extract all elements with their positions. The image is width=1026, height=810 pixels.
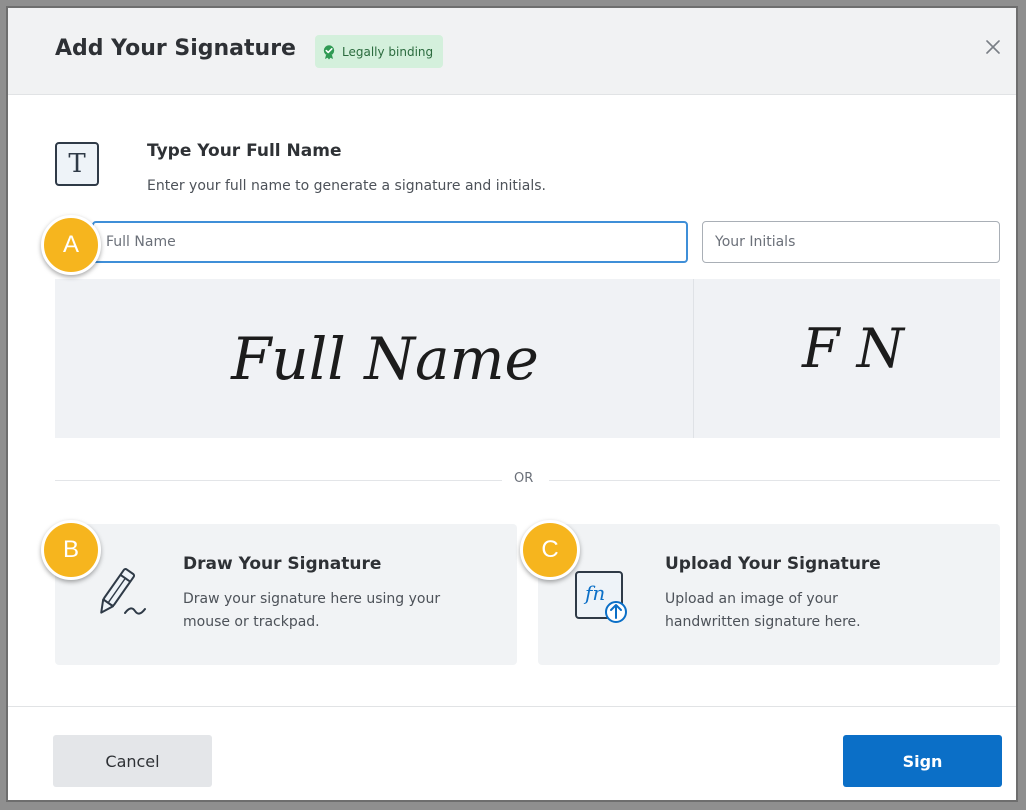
sign-button[interactable]: Sign	[843, 735, 1002, 787]
type-section-title: Type Your Full Name	[147, 141, 342, 161]
legally-binding-badge: Legally binding	[315, 35, 444, 68]
badge-label: Legally binding	[342, 44, 434, 59]
draw-card-title: Draw Your Signature	[183, 554, 382, 574]
pen-icon	[95, 563, 151, 631]
full-name-input[interactable]	[92, 221, 688, 263]
dialog-title: Add Your Signature	[55, 36, 296, 61]
or-divider-text: OR	[514, 471, 534, 486]
upload-card-description: Upload an image of your handwritten sign…	[665, 591, 861, 630]
upload-signature-icon: fn	[572, 568, 632, 630]
shield-check-icon	[321, 44, 337, 60]
dialog-header: Add Your Signature Legally binding	[8, 8, 1016, 95]
svg-text:Full Name: Full Name	[230, 325, 539, 393]
or-divider-right	[549, 480, 1000, 481]
signature-preview: Full Name F N	[55, 279, 1000, 438]
initials-input[interactable]	[702, 221, 1000, 263]
upload-card-title: Upload Your Signature	[665, 554, 881, 574]
draw-card-description: Draw your signature here using your mous…	[183, 591, 441, 630]
type-section-description: Enter your full name to generate a signa…	[147, 178, 546, 194]
signature-dialog: Add Your Signature Legally binding T Typ…	[6, 6, 1018, 802]
marker-c: C	[520, 520, 580, 580]
signature-preview-image: Full Name	[230, 325, 539, 393]
text-t-icon: T	[55, 142, 99, 186]
marker-a: A	[41, 215, 101, 275]
marker-b: B	[41, 520, 101, 580]
draw-signature-card[interactable]: Draw Your Signature Draw your signature …	[55, 524, 517, 665]
or-divider-left	[55, 480, 502, 481]
cancel-button[interactable]: Cancel	[53, 735, 212, 787]
dialog-footer: Cancel Sign	[8, 706, 1016, 803]
close-icon[interactable]	[980, 34, 1006, 60]
svg-text:fn: fn	[583, 581, 605, 605]
upload-signature-card[interactable]: fn Upload Your Signature Upload an image…	[538, 524, 1000, 665]
initials-preview-image: F N	[801, 317, 906, 380]
svg-text:F N: F N	[801, 317, 906, 380]
